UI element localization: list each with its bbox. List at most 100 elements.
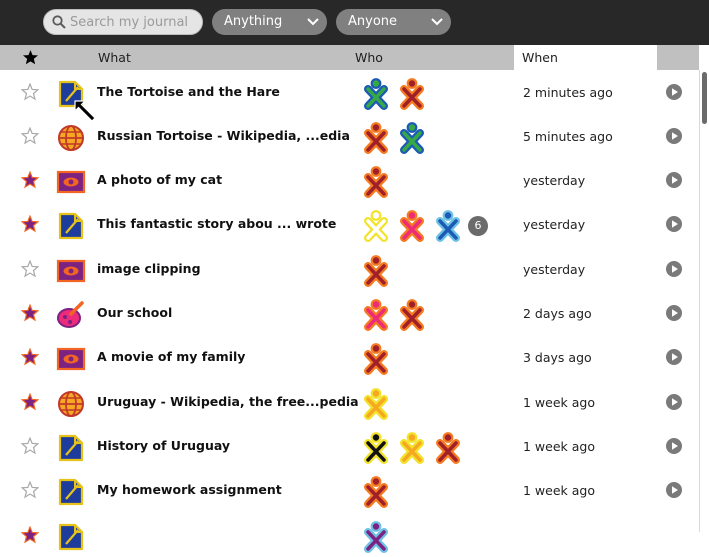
star-icon[interactable] — [22, 49, 39, 66]
list-item[interactable]: Uruguay - Wikipedia, the free...pedia 1 … — [0, 380, 699, 424]
web-globe-icon — [56, 123, 86, 153]
list-item[interactable]: image clipping yesterday — [0, 247, 699, 291]
entry-time: 2 days ago — [523, 306, 592, 321]
list-header: What Who When — [0, 45, 699, 70]
buddy-xo-icon — [362, 343, 390, 375]
scrollbar[interactable] — [699, 70, 709, 532]
entry-time: yesterday — [523, 262, 586, 277]
buddy-xo-icon — [398, 210, 426, 242]
buddy-xo-icon — [434, 432, 462, 464]
scrollbar-thumb[interactable] — [702, 72, 707, 124]
resume-play-icon[interactable] — [666, 216, 682, 232]
text-document-icon — [56, 477, 86, 507]
buddy-xo-icon — [362, 210, 390, 242]
buddy-xo-icon — [398, 299, 426, 331]
list-item[interactable] — [0, 513, 699, 557]
resume-play-icon[interactable] — [666, 482, 682, 498]
web-globe-icon — [56, 389, 86, 419]
resume-play-icon[interactable] — [666, 84, 682, 100]
star-filled-icon[interactable] — [21, 526, 39, 544]
entry-title: Russian Tortoise - Wikipedia, ...edia — [97, 128, 350, 143]
buddy-xo-icon — [362, 432, 390, 464]
star-filled-icon[interactable] — [21, 171, 39, 189]
entry-time: 5 minutes ago — [523, 129, 613, 144]
search-box[interactable] — [43, 9, 203, 35]
entry-time: 2 minutes ago — [523, 85, 613, 100]
filter-what-label: Anything — [224, 14, 283, 29]
star-empty-icon[interactable] — [21, 437, 39, 455]
entry-title: The Tortoise and the Hare — [97, 84, 280, 99]
image-viewer-icon — [56, 256, 86, 286]
star-empty-icon[interactable] — [21, 481, 39, 499]
entry-title: A movie of my family — [97, 349, 246, 364]
column-when[interactable]: When — [514, 45, 657, 70]
entry-title: Our school — [97, 305, 173, 320]
buddy-xo-icon — [398, 122, 426, 154]
text-document-icon — [56, 211, 86, 241]
star-empty-icon[interactable] — [21, 83, 39, 101]
entry-title: This fantastic story abou ... wrote — [97, 216, 337, 231]
star-empty-icon[interactable] — [21, 260, 39, 278]
resume-play-icon[interactable] — [666, 172, 682, 188]
entry-title: image clipping — [97, 261, 201, 276]
entry-time: 1 week ago — [523, 439, 595, 454]
column-who[interactable]: Who — [355, 50, 383, 65]
buddy-xo-icon — [362, 255, 390, 287]
entry-time: 1 week ago — [523, 395, 595, 410]
star-filled-icon[interactable] — [21, 304, 39, 322]
column-what[interactable]: What — [98, 50, 131, 65]
resume-play-icon[interactable] — [666, 305, 682, 321]
entry-title: A photo of my cat — [97, 172, 223, 187]
column-when-label: When — [522, 50, 558, 65]
list-item[interactable]: This fantastic story abou ... wrote 6 ye… — [0, 202, 699, 246]
buddy-xo-icon — [362, 476, 390, 508]
list-item[interactable]: A photo of my cat yesterday — [0, 158, 699, 202]
more-buddies-badge[interactable]: 6 — [468, 216, 488, 236]
list-item[interactable]: History of Uruguay 1 week ago — [0, 424, 699, 468]
entry-title: Uruguay - Wikipedia, the free...pedia — [97, 394, 359, 409]
entry-time: 3 days ago — [523, 350, 592, 365]
entry-time: yesterday — [523, 217, 586, 232]
entry-title: History of Uruguay — [97, 438, 231, 453]
chevron-down-icon — [431, 18, 443, 26]
entry-time: yesterday — [523, 173, 586, 188]
buddy-xo-icon — [362, 299, 390, 331]
list-item[interactable]: Russian Tortoise - Wikipedia, ...edia 5 … — [0, 114, 699, 158]
list-item[interactable]: The Tortoise and the Hare 2 minutes ago — [0, 70, 699, 114]
image-viewer-icon — [56, 344, 86, 374]
text-document-icon — [56, 433, 86, 463]
buddy-xo-icon — [398, 432, 426, 464]
buddy-xo-icon — [362, 78, 390, 110]
buddy-xo-icon — [362, 166, 390, 198]
filter-who-label: Anyone — [348, 14, 398, 29]
buddy-xo-icon — [362, 521, 390, 553]
resume-play-icon[interactable] — [666, 128, 682, 144]
buddy-xo-icon — [434, 210, 462, 242]
buddy-xo-icon — [362, 388, 390, 420]
buddy-xo-icon — [398, 78, 426, 110]
resume-play-icon[interactable] — [666, 349, 682, 365]
resume-play-icon[interactable] — [666, 394, 682, 410]
search-icon — [52, 15, 66, 29]
list-item[interactable]: My homework assignment 1 week ago — [0, 468, 699, 512]
image-viewer-icon — [56, 167, 86, 197]
list-item[interactable]: Our school 2 days ago — [0, 291, 699, 335]
star-filled-icon[interactable] — [21, 348, 39, 366]
entry-title: My homework assignment — [97, 482, 282, 497]
mouse-pointer-icon — [74, 100, 96, 122]
entry-time: 1 week ago — [523, 483, 595, 498]
filter-what-combo[interactable]: Anything — [212, 9, 327, 35]
filter-who-combo[interactable]: Anyone — [336, 9, 451, 35]
search-input[interactable] — [70, 10, 198, 34]
list-item[interactable]: A movie of my family 3 days ago — [0, 335, 699, 379]
buddy-xo-icon — [362, 122, 390, 154]
resume-play-icon[interactable] — [666, 261, 682, 277]
text-document-icon — [56, 522, 86, 552]
chevron-down-icon — [307, 18, 319, 26]
star-empty-icon[interactable] — [21, 127, 39, 145]
toolbar: Anything Anyone — [0, 0, 709, 45]
resume-play-icon[interactable] — [666, 438, 682, 454]
star-filled-icon[interactable] — [21, 393, 39, 411]
star-filled-icon[interactable] — [21, 215, 39, 233]
paint-icon — [56, 300, 86, 330]
